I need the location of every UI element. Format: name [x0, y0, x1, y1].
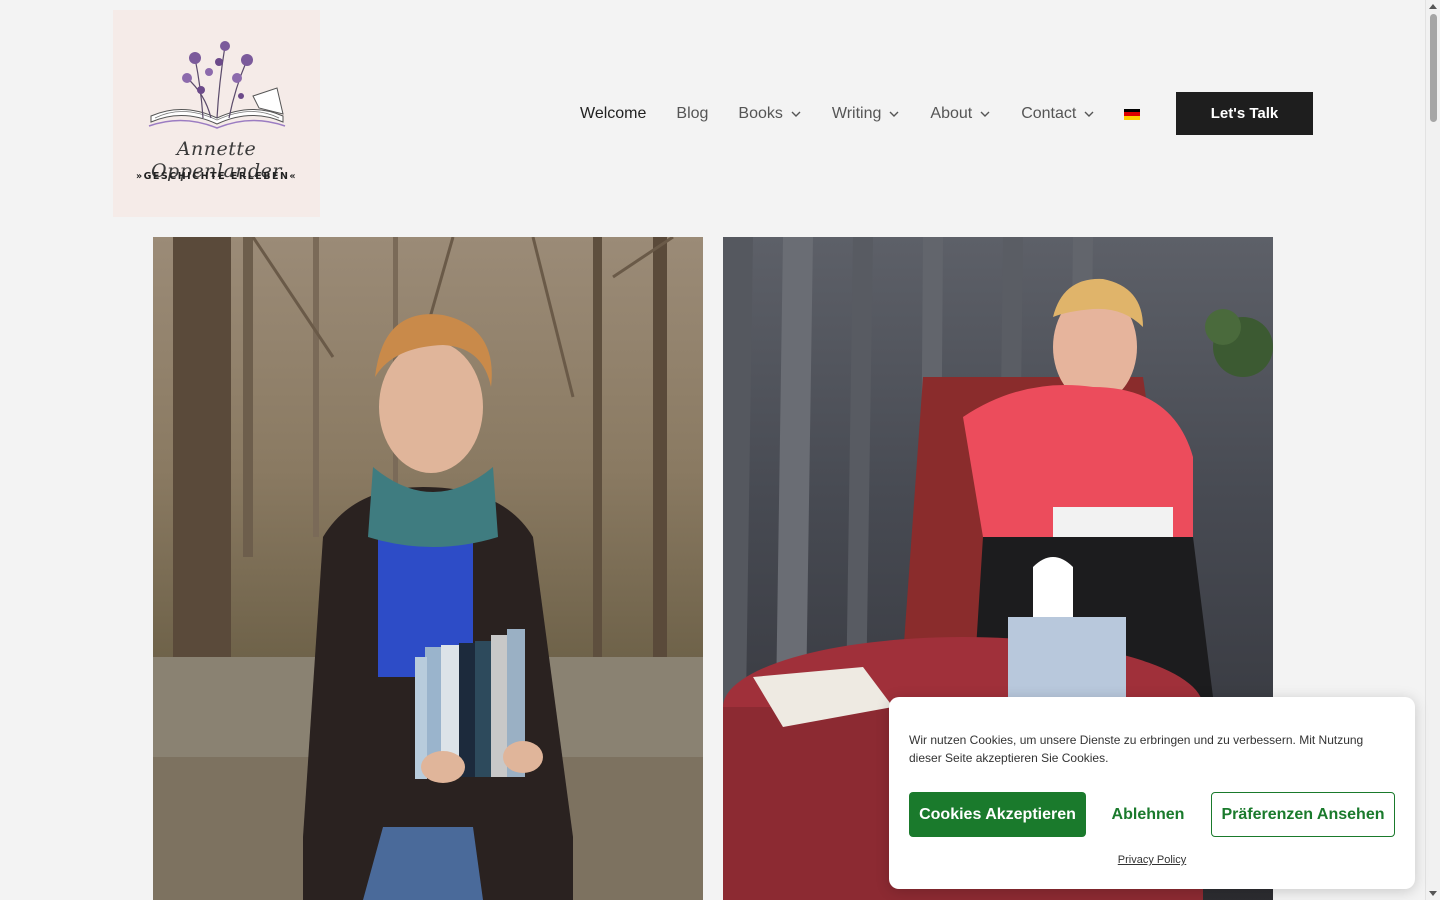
nav-label-contact: Contact [1021, 105, 1077, 122]
nav-label-writing: Writing [831, 105, 882, 122]
open-book-flowers-icon [148, 41, 286, 129]
cookie-message: Wir nutzen Cookies, um unsere Dienste zu… [909, 733, 1364, 765]
deny-cookies-button[interactable]: Ablehnen [1096, 792, 1200, 837]
nav-label-about: About [930, 105, 973, 122]
nav-item-books[interactable]: Books [738, 105, 801, 123]
chevron-down-icon [980, 111, 990, 117]
chevron-down-icon [791, 111, 801, 117]
scroll-down-arrow-icon[interactable] [1429, 891, 1437, 896]
cookie-consent-banner: Wir nutzen Cookies, um unsere Dienste zu… [889, 697, 1415, 889]
scrollbar-thumb[interactable] [1430, 14, 1437, 122]
lets-talk-button[interactable]: Let's Talk [1176, 92, 1313, 135]
nav-item-blog[interactable]: Blog [676, 105, 708, 123]
nav-label-books: Books [738, 105, 783, 122]
privacy-policy-link[interactable]: Privacy Policy [889, 854, 1415, 866]
chevron-down-icon [889, 111, 899, 117]
scroll-up-arrow-icon[interactable] [1429, 4, 1437, 9]
chevron-down-icon [1084, 111, 1094, 117]
nav-label-welcome: Welcome [580, 105, 647, 122]
logo-tagline: »GESCHICHTE ERLEBEN« [135, 171, 298, 182]
site-logo[interactable]: Annette Oppenlander »GESCHICHTE ERLEBEN« [113, 10, 320, 217]
language-switcher[interactable] [1124, 108, 1141, 120]
german-flag-icon [1124, 108, 1141, 120]
accept-cookies-button[interactable]: Cookies Akzeptieren [909, 792, 1086, 837]
view-preferences-button[interactable]: Präferenzen Ansehen [1211, 792, 1395, 837]
page-scrollbar[interactable] [1425, 0, 1440, 900]
author-holding-books-photo [153, 237, 703, 900]
nav-item-about[interactable]: About [930, 105, 991, 123]
nav-item-writing[interactable]: Writing [832, 105, 901, 123]
nav-item-welcome[interactable]: Welcome [580, 105, 646, 123]
nav-label-blog: Blog [676, 105, 709, 122]
nav-item-contact[interactable]: Contact [1021, 105, 1095, 123]
main-navigation: Welcome Blog Books Writing About Contact [580, 103, 1170, 125]
